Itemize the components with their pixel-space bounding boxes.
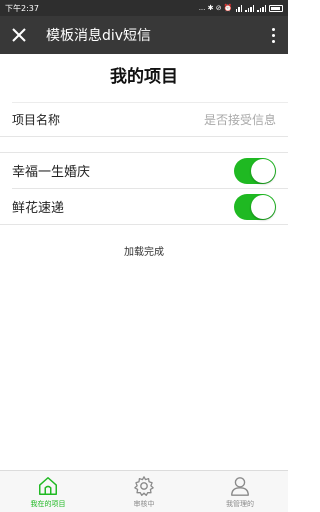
tab-label: 我在的项目 <box>30 500 66 508</box>
column-project-name: 项目名称 <box>12 113 61 127</box>
receive-toggle[interactable] <box>234 157 276 184</box>
status-time: 下午2:37 <box>5 3 39 13</box>
close-button[interactable] <box>0 16 38 54</box>
tab-managed-by-me[interactable]: 我管理的 <box>192 471 288 512</box>
tab-label: 审核中 <box>133 500 155 508</box>
tab-under-review[interactable]: 审核中 <box>96 471 192 512</box>
signal-icon <box>257 4 266 12</box>
project-label: 鲜花速递 <box>12 201 65 216</box>
list-item: 鲜花速递 <box>0 189 288 225</box>
status-icons: ... ✱ ⊘ ⏰ <box>199 4 283 12</box>
title-bar: 模板消息div短信 <box>0 16 288 54</box>
gear-icon <box>134 476 154 496</box>
signal-icon <box>245 4 254 12</box>
section-divider <box>0 136 288 152</box>
wifi-icon <box>235 4 242 12</box>
list-header: 项目名称 是否接受信息 <box>12 102 288 136</box>
close-icon <box>12 28 26 42</box>
tab-label: 我管理的 <box>226 500 254 508</box>
receive-toggle[interactable] <box>234 193 276 220</box>
more-menu-button[interactable] <box>258 16 288 54</box>
battery-icon <box>269 4 283 12</box>
status-bar: 下午2:37 ... ✱ ⊘ ⏰ <box>0 0 288 16</box>
list-item: 幸福一生婚庆 <box>12 153 288 189</box>
status-icon-glyphs: ... ✱ ⊘ ⏰ <box>198 4 233 12</box>
bottom-tab-bar: 我在的项目 审核中 我管理的 <box>0 470 288 512</box>
project-label: 幸福一生婚庆 <box>12 165 91 180</box>
tab-my-projects[interactable]: 我在的项目 <box>0 471 96 512</box>
home-icon <box>39 477 57 495</box>
column-receive-messages: 是否接受信息 <box>203 113 276 127</box>
load-status: 加载完成 <box>124 247 164 258</box>
toggle-knob <box>251 194 275 219</box>
toggle-knob <box>251 158 275 183</box>
page-title: 我的项目 <box>110 67 178 87</box>
more-vertical-icon <box>271 27 275 31</box>
window-title: 模板消息div短信 <box>46 28 152 44</box>
person-icon <box>231 477 249 496</box>
project-list: 幸福一生婚庆 鲜花速递 <box>0 152 288 225</box>
